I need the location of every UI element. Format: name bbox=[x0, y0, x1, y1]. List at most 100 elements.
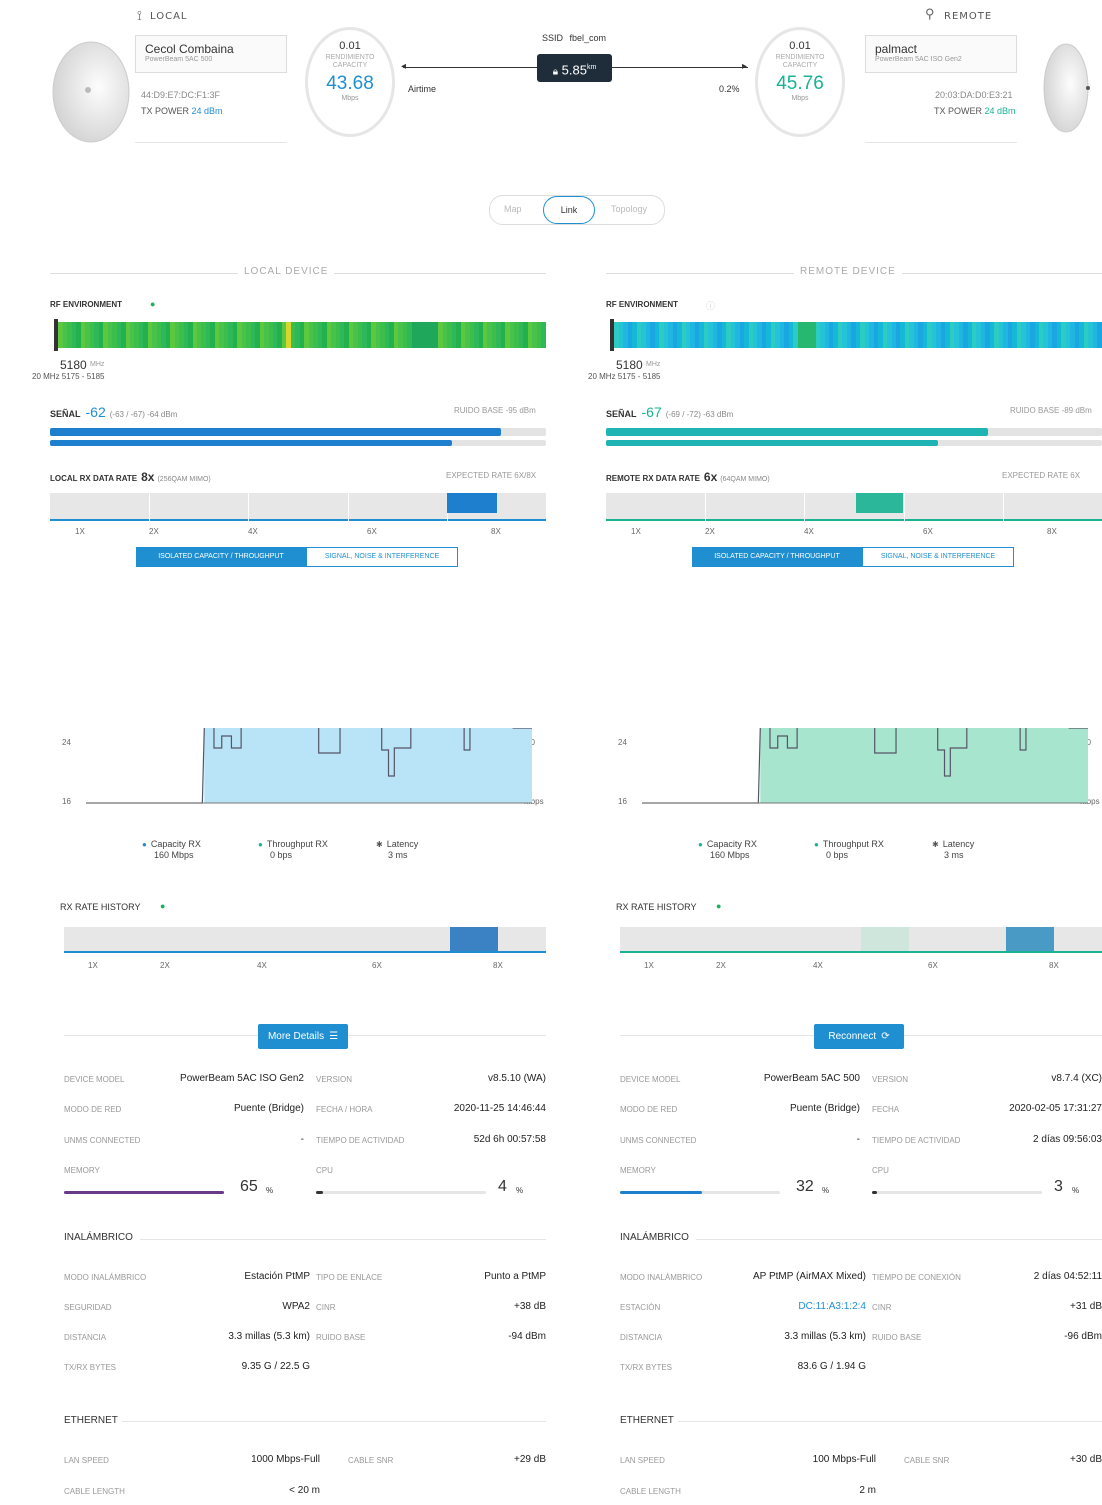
wireless-key: RUIDO BASE bbox=[872, 1333, 922, 1342]
wireless-key: CINR bbox=[872, 1303, 892, 1312]
signal-label: SEÑAL bbox=[606, 409, 637, 419]
ssid: SSID fbel_com bbox=[542, 33, 606, 43]
cpu-bar bbox=[872, 1191, 877, 1194]
view-toggle: Map Link Topology bbox=[489, 195, 665, 225]
local-device-card[interactable]: Cecol Combaina PowerBeam 5AC 500 bbox=[135, 35, 287, 73]
toggle-link[interactable]: Link bbox=[543, 196, 595, 224]
legend-dot-icon: ● bbox=[814, 840, 819, 849]
legend-value: 160 Mbps bbox=[154, 850, 194, 860]
prop-key: MODO DE RED bbox=[620, 1105, 678, 1114]
rate-tick-label: 2X bbox=[705, 527, 715, 536]
divider bbox=[696, 1239, 1102, 1240]
remote-capacity-gauge: 0.01 RENDIMIENTO CAPACITY 45.76 Mbps bbox=[755, 27, 845, 137]
wireless-key: TX/RX BYTES bbox=[64, 1363, 117, 1372]
remote-device-model: PowerBeam 5AC ISO Gen2 bbox=[875, 56, 962, 63]
remote-device-card[interactable]: palmact PowerBeam 5AC ISO Gen2 bbox=[865, 35, 1017, 73]
local-capacity-value: 43.68 bbox=[326, 73, 374, 94]
rate-tick-label: 8X bbox=[1047, 527, 1057, 536]
wireless-key: MODO INALÁMBRICO bbox=[620, 1273, 703, 1282]
signal-readout: SEÑAL -62 (-63 / -67) -64 dBm bbox=[50, 404, 177, 420]
ethernet-value: 1000 Mbps-Full bbox=[251, 1454, 320, 1465]
toggle-topology[interactable]: Topology bbox=[611, 204, 647, 214]
rx-rate-history-label: RX RATE HISTORY bbox=[616, 902, 697, 912]
frequency-value: 5180 bbox=[616, 358, 643, 372]
prop-key: VERSION bbox=[872, 1075, 909, 1084]
reconnect-button[interactable]: Reconnect ⟳ bbox=[814, 1024, 904, 1049]
ethernet-key: CABLE SNR bbox=[348, 1456, 394, 1465]
check-icon: ● bbox=[160, 901, 166, 911]
wireless-value: +38 dB bbox=[514, 1301, 546, 1312]
tab-capacity-throughput[interactable]: ISOLATED CAPACITY / THROUGHPUT bbox=[136, 547, 306, 567]
ethernet-key: CABLE LENGTH bbox=[620, 1487, 681, 1496]
cpu-label: CPU bbox=[316, 1166, 333, 1175]
rf-environment-label: RF ENVIRONMENT bbox=[606, 300, 678, 309]
y-axis-top: 24 bbox=[618, 738, 627, 747]
history-tick-label: 4X bbox=[257, 961, 267, 970]
rx-rate-value: 6x bbox=[703, 470, 718, 484]
wireless-key: TIEMPO DE CONEXIÓN bbox=[872, 1273, 961, 1282]
percent-sign: % bbox=[266, 1186, 274, 1195]
legend-item: ● Throughput RX 0 bps bbox=[258, 839, 328, 861]
button-label: Reconnect bbox=[828, 1031, 877, 1042]
wireless-value: 3.3 millas (5.3 km) bbox=[784, 1331, 866, 1342]
ethernet-key: CABLE LENGTH bbox=[64, 1487, 125, 1496]
tab-capacity-throughput[interactable]: ISOLATED CAPACITY / THROUGHPUT bbox=[692, 547, 862, 567]
remote-capacity-top: 0.01 bbox=[789, 40, 811, 52]
arrow-left-icon: ◂ bbox=[401, 61, 407, 72]
ethernet-key: CABLE SNR bbox=[904, 1456, 950, 1465]
rate-tick-label: 6X bbox=[367, 527, 377, 536]
prop-key: UNMS CONNECTED bbox=[620, 1136, 697, 1145]
rx-rate-readout: LOCAL RX DATA RATE 8x (256QAM MIMO) bbox=[50, 470, 211, 484]
rx-rate-bar bbox=[50, 493, 546, 521]
arrow-right-icon: ▸ bbox=[742, 61, 748, 72]
rf-spectrum-cell bbox=[541, 322, 546, 348]
prop-value: v8.5.10 (WA) bbox=[488, 1073, 546, 1084]
prop-value: Puente (Bridge) bbox=[233, 1103, 304, 1114]
cpu-value: 3 bbox=[1054, 1178, 1063, 1195]
ethernet-section-title: ETHERNET bbox=[620, 1415, 674, 1426]
button-label: More Details bbox=[267, 1031, 325, 1042]
tx-power-label: TX POWER bbox=[934, 106, 983, 116]
legend-label: Throughput RX bbox=[266, 839, 328, 849]
remote-capacity-label: RENDIMIENTO CAPACITY bbox=[775, 54, 825, 69]
toggle-map[interactable]: Map bbox=[504, 204, 522, 214]
local-label: LOCAL bbox=[150, 11, 188, 22]
expected-rate: EXPECTED RATE 6X/8X bbox=[446, 471, 537, 480]
prop-value: - bbox=[300, 1134, 304, 1145]
local-tx-power: TX POWER 24 dBm bbox=[141, 106, 223, 116]
refresh-icon: ⟳ bbox=[881, 1031, 890, 1042]
history-tick-label: 2X bbox=[160, 961, 170, 970]
tx-power-value: 24 dBm bbox=[984, 106, 1016, 116]
local-dish-image bbox=[45, 34, 133, 144]
signal-bar-chain0 bbox=[50, 428, 501, 436]
wireless-value: -96 dBm bbox=[1064, 1331, 1102, 1342]
rate-tick-label: 4X bbox=[248, 527, 258, 536]
antenna-icon: ⚲ bbox=[925, 6, 935, 21]
rx-rate-mod: (256QAM MIMO) bbox=[157, 476, 211, 483]
more-details-button[interactable]: More Details ☰ bbox=[258, 1024, 348, 1049]
legend-value: 3 ms bbox=[388, 850, 408, 860]
check-icon: ● bbox=[150, 299, 156, 309]
prop-value: 2020-02-05 17:31:27 bbox=[1009, 1103, 1102, 1114]
ethernet-value: 2 m bbox=[859, 1485, 876, 1496]
frequency-unit: MHz bbox=[90, 361, 105, 368]
wireless-key: SEGURIDAD bbox=[64, 1303, 112, 1312]
prop-key: FECHA / HORA bbox=[316, 1105, 373, 1114]
history-segment bbox=[1006, 927, 1054, 951]
ethernet-section-title: ETHERNET bbox=[64, 1415, 118, 1426]
history-tick-label: 1X bbox=[88, 961, 98, 970]
cpu-track bbox=[316, 1191, 486, 1194]
tab-signal-noise[interactable]: SIGNAL, NOISE & INTERFERENCE bbox=[306, 547, 458, 567]
signal-bar-chain1 bbox=[606, 440, 938, 446]
divider bbox=[678, 1421, 1102, 1422]
legend-label: Capacity RX bbox=[150, 839, 201, 849]
wireless-section-title: INALÁMBRICO bbox=[64, 1232, 133, 1243]
tab-signal-noise[interactable]: SIGNAL, NOISE & INTERFERENCE bbox=[862, 547, 1014, 567]
history-tick-label: 6X bbox=[928, 961, 938, 970]
wireless-key: TX/RX BYTES bbox=[620, 1363, 673, 1372]
rate-divider bbox=[348, 493, 349, 521]
rate-tick-label: 4X bbox=[804, 527, 814, 536]
rate-tick-label: 8X bbox=[491, 527, 501, 536]
prop-value: 2 días 09:56:03 bbox=[1033, 1134, 1102, 1145]
wireless-value: 9.35 G / 22.5 G bbox=[241, 1361, 310, 1372]
